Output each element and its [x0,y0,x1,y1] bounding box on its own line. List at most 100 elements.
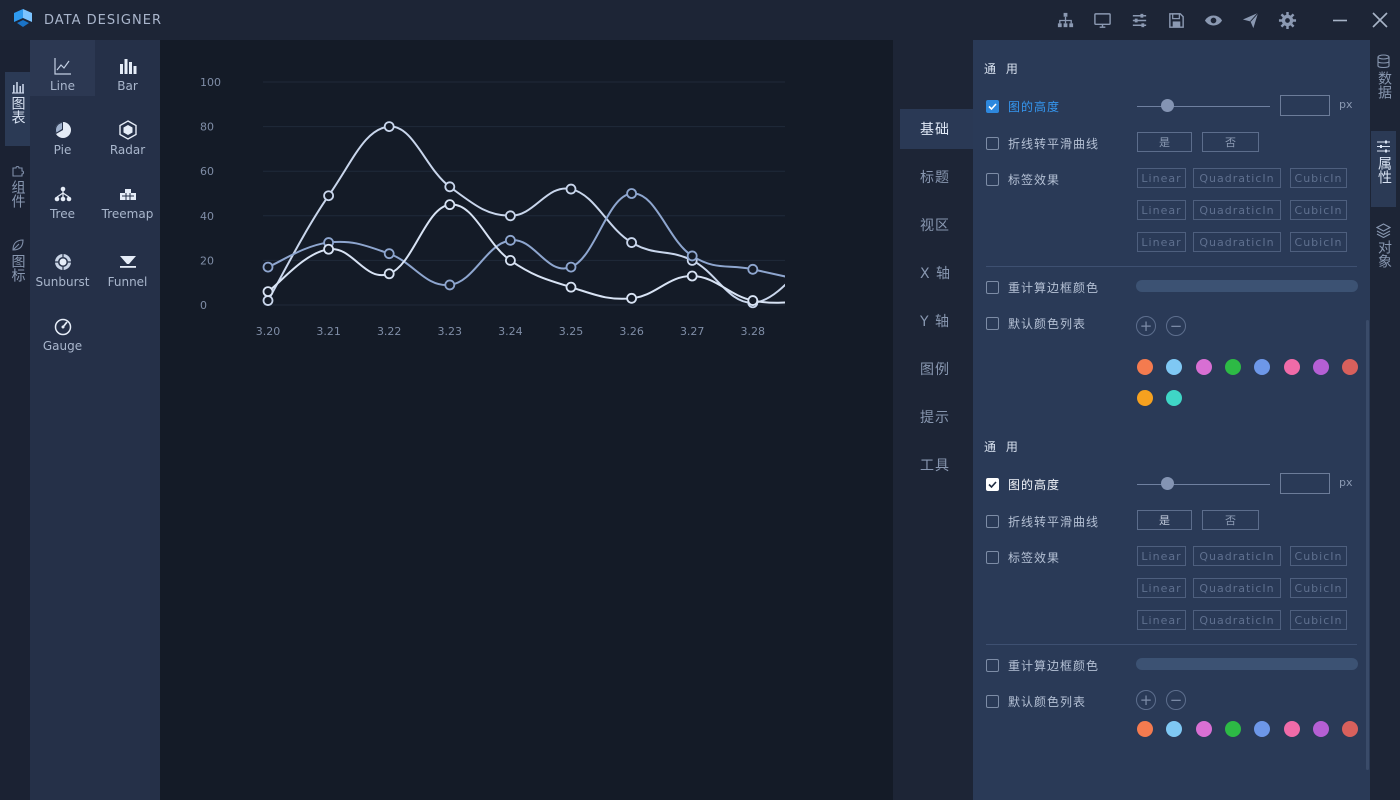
border-color-field[interactable] [1136,280,1358,292]
height-option[interactable]: 图的高度 [986,476,1060,492]
color-swatch[interactable] [1137,390,1153,406]
rail-item-objects[interactable]: 对象 [1371,215,1396,289]
border-color-option[interactable]: 重计算边框颜色 [986,279,1099,295]
chart-type-radar[interactable]: Radar [95,104,160,164]
easing-linear-button[interactable]: Linear [1137,232,1186,252]
tab-legend[interactable]: 图例 [900,349,973,389]
chart-canvas[interactable]: 0 20 40 60 80 100 3.20 3.21 3.22 3.23 3.24 3.25 3.26… [160,40,893,800]
rail-item-data[interactable]: 数据 [1371,46,1396,120]
easing-linear-button[interactable]: Linear [1137,546,1186,566]
easing-quadratic-in-button[interactable]: QuadraticIn [1193,610,1281,630]
height-option[interactable]: 图的高度 [986,98,1060,114]
color-swatch[interactable] [1166,721,1183,737]
tab-title[interactable]: 标题 [900,157,973,197]
no-button[interactable]: 否 [1202,132,1259,152]
border-color-option[interactable]: 重计算边框颜色 [986,657,1099,673]
send-icon[interactable] [1232,0,1269,40]
color-swatch[interactable] [1342,721,1359,737]
color-swatch[interactable] [1312,359,1329,375]
color-list-option[interactable]: 默认颜色列表 [986,315,1086,331]
rail-item-icons[interactable]: 图标 [5,230,30,300]
chart-type-funnel[interactable]: Funnel [95,236,160,296]
color-swatch[interactable] [1254,359,1271,375]
save-icon[interactable] [1158,0,1195,40]
border-color-field[interactable] [1136,658,1358,670]
no-button[interactable]: 否 [1202,510,1259,530]
easing-quadratic-in-button[interactable]: QuadraticIn [1193,578,1281,598]
height-input[interactable] [1280,95,1330,116]
hierarchy-icon[interactable] [1047,0,1084,40]
height-checkbox[interactable] [986,99,999,113]
easing-linear-button[interactable]: Linear [1137,578,1186,598]
chart-type-gauge[interactable]: Gauge [30,302,95,362]
label-effect-checkbox[interactable] [986,550,999,564]
add-color-button[interactable]: + [1136,316,1156,336]
easing-quadratic-in-button[interactable]: QuadraticIn [1193,168,1281,188]
easing-quadratic-in-button[interactable]: QuadraticIn [1193,546,1281,566]
smooth-checkbox[interactable] [986,136,999,150]
tab-tools[interactable]: 工具 [900,445,973,485]
sliders-icon[interactable] [1121,0,1158,40]
color-swatch[interactable] [1137,359,1153,375]
rail-item-components[interactable]: 组件 [5,156,30,226]
color-swatch[interactable] [1195,721,1212,737]
height-input[interactable] [1280,473,1330,494]
border-color-checkbox[interactable] [986,658,999,672]
gear-icon[interactable] [1269,0,1306,40]
easing-linear-button[interactable]: Linear [1137,610,1186,630]
color-swatch[interactable] [1312,721,1329,737]
border-color-checkbox[interactable] [986,280,999,294]
easing-cubic-in-button[interactable]: CubicIn [1290,200,1347,220]
chart-type-line[interactable]: Line [30,40,95,96]
add-color-button[interactable]: + [1136,690,1156,710]
color-list-option[interactable]: 默认颜色列表 [986,693,1086,709]
label-effect-checkbox[interactable] [986,172,999,186]
color-swatch[interactable] [1224,359,1241,375]
easing-cubic-in-button[interactable]: CubicIn [1290,232,1347,252]
chart-type-pie[interactable]: Pie [30,104,95,164]
color-swatch[interactable] [1342,359,1359,375]
chart-type-treemap[interactable]: Treemap [95,168,160,228]
tab-x-axis[interactable]: X 轴 [900,253,973,293]
easing-cubic-in-button[interactable]: CubicIn [1290,578,1347,598]
easing-quadratic-in-button[interactable]: QuadraticIn [1193,200,1281,220]
easing-cubic-in-button[interactable]: CubicIn [1290,610,1347,630]
height-slider-track[interactable] [1137,484,1270,485]
rail-item-properties[interactable]: 属性 [1371,131,1396,207]
color-list-checkbox[interactable] [986,316,999,330]
rail-item-charts[interactable]: 图表 [5,72,30,146]
tab-basic[interactable]: 基础 [900,109,973,149]
yes-button[interactable]: 是 [1137,510,1192,530]
color-swatch[interactable] [1224,721,1241,737]
remove-color-button[interactable]: − [1166,316,1186,336]
yes-button[interactable]: 是 [1137,132,1192,152]
chart-type-sunburst[interactable]: Sunburst [30,236,95,296]
height-slider-knob[interactable] [1161,99,1174,112]
color-swatch[interactable] [1283,359,1300,375]
chart-type-tree[interactable]: Tree [30,168,95,228]
easing-linear-button[interactable]: Linear [1137,168,1186,188]
close-icon[interactable] [1360,0,1400,40]
smooth-option[interactable]: 折线转平滑曲线 [986,135,1099,151]
smooth-option[interactable]: 折线转平滑曲线 [986,513,1099,529]
chart-type-bar[interactable]: Bar [95,40,160,96]
height-slider-knob[interactable] [1161,477,1174,490]
easing-linear-button[interactable]: Linear [1137,200,1186,220]
height-slider-track[interactable] [1137,106,1270,107]
color-swatch[interactable] [1166,359,1183,375]
label-effect-option[interactable]: 标签效果 [986,171,1060,187]
remove-color-button[interactable]: − [1166,690,1186,710]
color-swatch[interactable] [1195,359,1212,375]
panel-scrollbar[interactable] [1366,320,1369,770]
tab-viewport[interactable]: 视区 [900,205,973,245]
color-swatch[interactable] [1166,390,1183,406]
height-checkbox[interactable] [986,477,999,491]
color-swatch[interactable] [1254,721,1271,737]
easing-quadratic-in-button[interactable]: QuadraticIn [1193,232,1281,252]
color-swatch[interactable] [1283,721,1300,737]
smooth-checkbox[interactable] [986,514,999,528]
label-effect-option[interactable]: 标签效果 [986,549,1060,565]
color-list-checkbox[interactable] [986,694,999,708]
eye-icon[interactable] [1195,0,1232,40]
color-swatch[interactable] [1137,721,1153,737]
